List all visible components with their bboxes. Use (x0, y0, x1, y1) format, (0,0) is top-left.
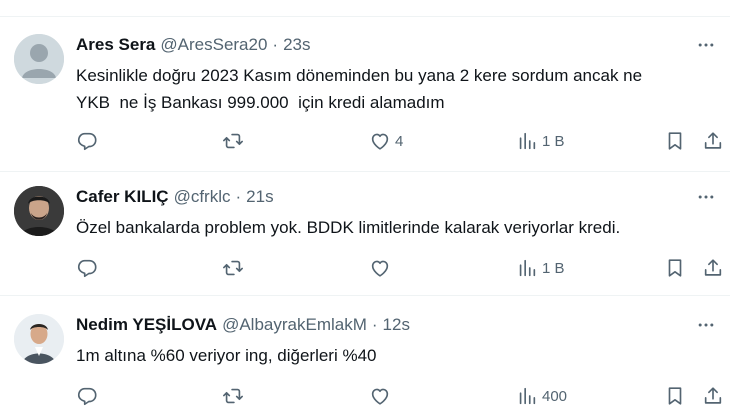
author-handle[interactable]: @AlbayrakEmlakM (222, 315, 367, 335)
tweet-text: Kesinlikle doğru 2023 Kasım döneminden b… (76, 66, 643, 112)
views-icon (519, 132, 536, 150)
bookmark-icon (668, 259, 682, 277)
like-button[interactable] (369, 383, 391, 409)
separator-dot: · (371, 315, 378, 334)
more-icon (698, 43, 714, 47)
views-icon (519, 259, 536, 277)
views-button[interactable]: 1 B (516, 255, 565, 281)
tweet-text: Özel bankalarda problem yok. BDDK limitl… (76, 218, 621, 237)
tweet-header: Ares Sera @AresSera20 · 23s (76, 34, 311, 56)
retweet-button[interactable] (222, 383, 244, 409)
tweet[interactable]: Nedim YEŞİLOVA @AlbayrakEmlakM · 12s 1m … (0, 314, 730, 414)
author-name[interactable]: Cafer KILIÇ (76, 187, 169, 207)
more-icon (698, 195, 714, 199)
retweet-icon (223, 388, 243, 404)
reply-button[interactable] (76, 383, 98, 409)
like-count: 4 (395, 132, 404, 150)
tweet[interactable]: Ares Sera @AresSera20 · 23s Kesinlikle d… (0, 34, 730, 164)
bookmark-button[interactable] (664, 255, 686, 281)
view-count: 400 (542, 387, 568, 405)
retweet-button[interactable] (222, 128, 244, 154)
tweet-actions: 1 B (0, 255, 730, 281)
avatar[interactable] (14, 186, 64, 236)
default-avatar-icon (14, 34, 64, 84)
author-handle[interactable]: @AresSera20 (160, 35, 267, 55)
share-icon (704, 259, 722, 276)
heart-icon (371, 388, 389, 405)
top-divider (0, 16, 730, 17)
tweet-text: 1m altına %60 veriyor ing, diğerleri %40 (76, 346, 377, 365)
heart-icon (371, 133, 389, 150)
reply-icon (77, 259, 97, 278)
timestamp[interactable]: 21s (246, 187, 273, 207)
author-handle[interactable]: @cfrklc (174, 187, 231, 207)
views-icon (519, 387, 536, 405)
reply-icon (77, 132, 97, 151)
tweet-header: Cafer KILIÇ @cfrklc · 21s (76, 186, 274, 208)
bookmark-icon (668, 132, 682, 150)
retweet-icon (223, 260, 243, 276)
bookmark-button[interactable] (664, 128, 686, 154)
retweet-button[interactable] (222, 255, 244, 281)
avatar[interactable] (14, 314, 64, 364)
profile-photo-icon (14, 314, 64, 364)
reply-button[interactable] (76, 128, 98, 154)
more-button[interactable] (694, 314, 718, 336)
timestamp[interactable]: 12s (383, 315, 410, 335)
share-button[interactable] (702, 128, 724, 154)
view-count: 1 B (542, 132, 565, 150)
tweet-header: Nedim YEŞİLOVA @AlbayrakEmlakM · 12s (76, 314, 410, 336)
like-button[interactable]: 4 (369, 128, 403, 154)
views-button[interactable]: 1 B (516, 128, 565, 154)
bookmark-button[interactable] (664, 383, 686, 409)
avatar[interactable] (14, 34, 64, 84)
share-button[interactable] (702, 255, 724, 281)
like-button[interactable] (369, 255, 391, 281)
share-icon (704, 132, 722, 149)
heart-icon (371, 260, 389, 277)
tweet[interactable]: Cafer KILIÇ @cfrklc · 21s Özel bankalard… (0, 186, 730, 286)
author-name[interactable]: Ares Sera (76, 35, 155, 55)
timestamp[interactable]: 23s (283, 35, 310, 55)
reply-button[interactable] (76, 255, 98, 281)
separator-dot: · (272, 35, 279, 54)
tweet-divider (0, 171, 730, 172)
more-button[interactable] (694, 186, 718, 208)
retweet-icon (223, 133, 243, 149)
share-icon (704, 387, 722, 404)
view-count: 1 B (542, 259, 565, 277)
tweet-divider (0, 295, 730, 296)
separator-dot: · (235, 187, 242, 206)
author-name[interactable]: Nedim YEŞİLOVA (76, 315, 217, 335)
bookmark-icon (668, 387, 682, 405)
more-icon (698, 323, 714, 327)
views-button[interactable]: 400 (516, 383, 567, 409)
tweet-actions: 400 (0, 383, 730, 409)
share-button[interactable] (702, 383, 724, 409)
more-button[interactable] (694, 34, 718, 56)
tweet-actions: 4 1 B (0, 128, 730, 154)
profile-photo-icon (14, 186, 64, 236)
reply-icon (77, 387, 97, 406)
